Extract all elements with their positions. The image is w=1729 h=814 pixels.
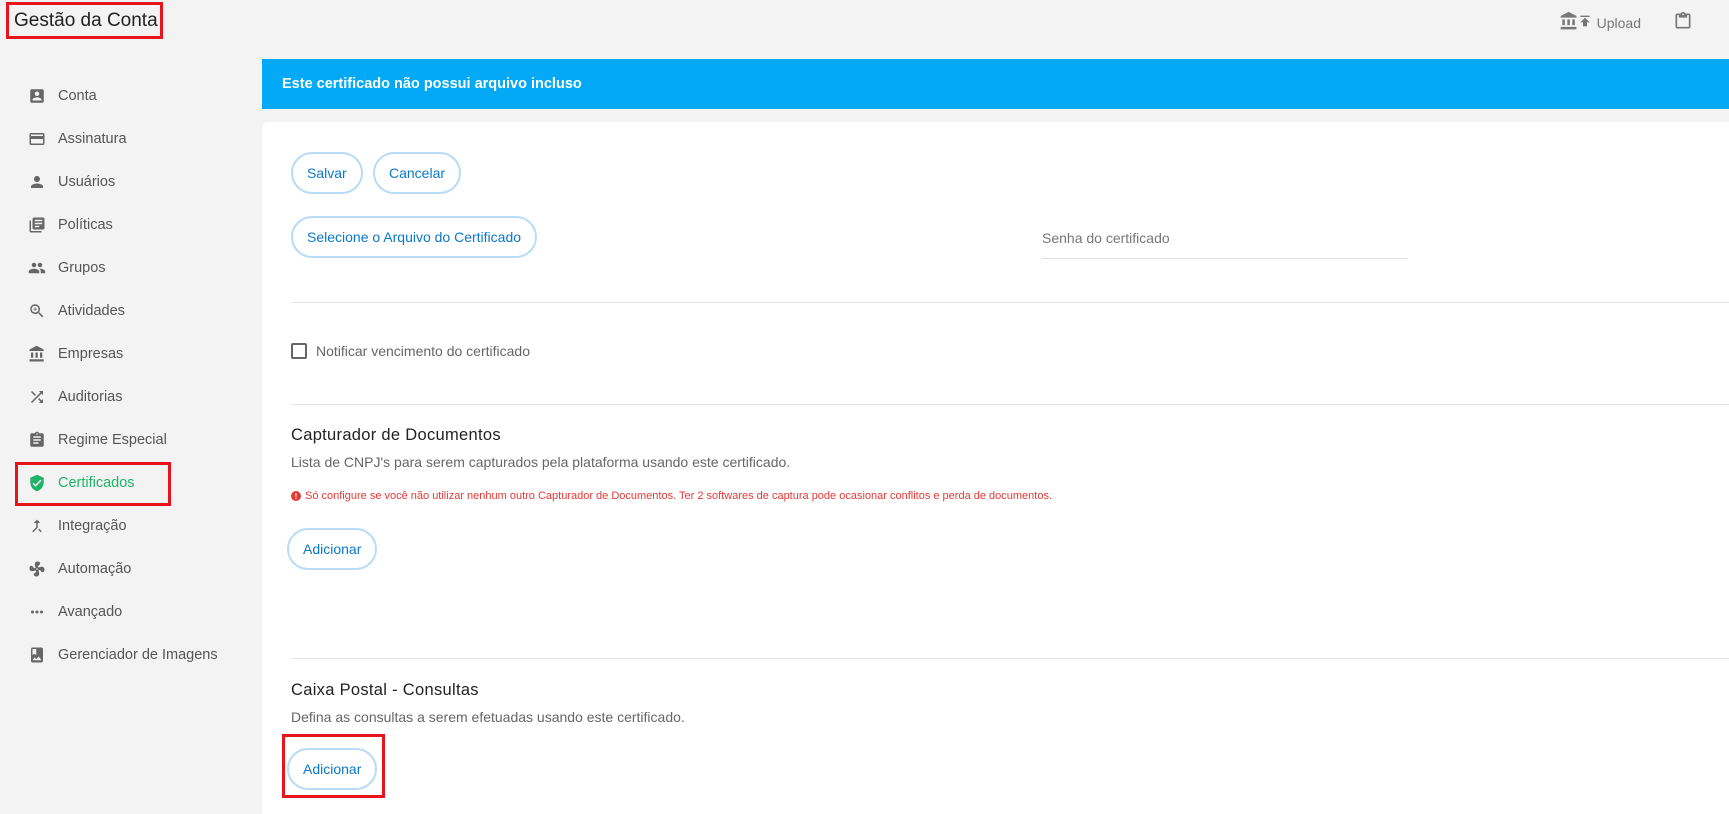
photo-album-icon bbox=[31, 647, 43, 663]
app-title: Gestão da Conta bbox=[6, 2, 163, 39]
divider bbox=[291, 302, 1729, 303]
shuffle-icon bbox=[31, 391, 43, 403]
capturador-description: Lista de CNPJ's para serem capturados pe… bbox=[291, 454, 791, 470]
caixa-postal-title: Caixa Postal - Consultas bbox=[291, 681, 479, 699]
banner-text: Este certificado não possui arquivo incl… bbox=[282, 76, 582, 92]
notify-expiration-row: Notificar vencimento do certificado bbox=[291, 343, 530, 359]
library-books-icon bbox=[29, 217, 45, 233]
caixa-postal-description: Defina as consultas a serem efetuadas us… bbox=[291, 709, 685, 725]
highlight-box-adicionar bbox=[282, 734, 385, 798]
cancel-button-label: Cancelar bbox=[389, 165, 446, 181]
clipboard-button[interactable] bbox=[1673, 8, 1693, 34]
sidebar-item-label: Avançado bbox=[58, 604, 123, 620]
info-banner: Este certificado não possui arquivo incl… bbox=[262, 59, 1729, 109]
bank-icon bbox=[29, 345, 44, 362]
save-button[interactable]: Salvar bbox=[291, 152, 363, 194]
more-horiz-icon bbox=[31, 610, 43, 614]
search-zoom-icon bbox=[30, 304, 44, 318]
warning-icon: ! bbox=[291, 491, 301, 501]
sidebar-item-label: Gerenciador de Imagens bbox=[58, 647, 218, 663]
sidebar-item-automacao[interactable]: Automação bbox=[28, 551, 131, 587]
capturador-add-button[interactable]: Adicionar bbox=[287, 528, 378, 570]
certificate-form-panel: Salvar Cancelar Selecione o Arquivo do C… bbox=[262, 122, 1729, 814]
sidebar-item-politicas[interactable]: Políticas bbox=[28, 207, 113, 243]
merge-icon bbox=[32, 519, 42, 533]
sidebar-item-gerenciador-de-imagens[interactable]: Gerenciador de Imagens bbox=[28, 637, 218, 673]
highlight-box-certificados bbox=[15, 462, 171, 506]
sidebar-item-empresas[interactable]: Empresas bbox=[28, 336, 123, 372]
sidebar-item-label: Auditorias bbox=[58, 389, 123, 405]
sidebar-item-label: Conta bbox=[58, 88, 97, 104]
sidebar-item-label: Regime Especial bbox=[58, 432, 167, 448]
cancel-button[interactable]: Cancelar bbox=[373, 152, 462, 194]
sidebar-item-label: Políticas bbox=[58, 217, 113, 233]
divider bbox=[291, 404, 1729, 405]
capturador-warning: ! Só configure se você não utilizar nenh… bbox=[291, 490, 1052, 502]
sidebar-item-regime-especial[interactable]: Regime Especial bbox=[28, 422, 167, 458]
certificate-password-field bbox=[1042, 222, 1407, 259]
capturador-add-label: Adicionar bbox=[303, 541, 362, 557]
clipboard-icon bbox=[1675, 11, 1691, 29]
sidebar-item-auditorias[interactable]: Auditorias bbox=[28, 379, 122, 415]
person-icon bbox=[31, 176, 43, 188]
sidebar-item-label: Usuários bbox=[58, 174, 116, 190]
sidebar-item-grupos[interactable]: Grupos bbox=[28, 250, 106, 286]
sidebar-item-label: Automação bbox=[58, 561, 132, 577]
select-file-label: Selecione o Arquivo do Certificado bbox=[307, 229, 522, 245]
divider bbox=[291, 658, 1729, 659]
save-button-label: Salvar bbox=[307, 165, 347, 181]
sidebar-item-label: Grupos bbox=[58, 260, 106, 276]
sidebar-item-label: Atividades bbox=[58, 303, 125, 319]
sidebar-item-atividades[interactable]: Atividades bbox=[28, 293, 125, 329]
sidebar-item-avancado[interactable]: Avançado bbox=[28, 594, 122, 630]
upload-label: Upload bbox=[1596, 15, 1641, 31]
notify-expiration-checkbox[interactable] bbox=[291, 343, 307, 359]
notify-expiration-label: Notificar vencimento do certificado bbox=[316, 343, 530, 359]
sidebar-item-label: Integração bbox=[58, 518, 127, 534]
sidebar-item-conta[interactable]: Conta bbox=[28, 78, 97, 114]
group-icon bbox=[28, 262, 46, 274]
fan-icon bbox=[29, 561, 45, 577]
sidebar-item-label: Empresas bbox=[58, 346, 124, 362]
capturador-title: Capturador de Documentos bbox=[291, 426, 501, 444]
select-certificate-file-button[interactable]: Selecione o Arquivo do Certificado bbox=[291, 216, 538, 258]
assignment-icon bbox=[30, 431, 44, 447]
app-title-text: Gestão da Conta bbox=[14, 9, 158, 31]
sidebar-item-usuarios[interactable]: Usuários bbox=[28, 164, 115, 200]
upload-icon bbox=[1579, 15, 1590, 27]
sidebar-item-integracao[interactable]: Integração bbox=[28, 508, 127, 544]
sidebar-item-assinatura[interactable]: Assinatura bbox=[28, 121, 127, 157]
capturador-warning-text: Só configure se você não utilizar nenhum… bbox=[305, 490, 1053, 502]
certificate-password-input[interactable] bbox=[1042, 222, 1407, 254]
credit-card-icon bbox=[29, 133, 45, 145]
account-box-icon bbox=[30, 89, 44, 103]
upload-button[interactable]: Upload bbox=[1577, 8, 1641, 34]
sidebar-item-label: Assinatura bbox=[58, 131, 127, 147]
